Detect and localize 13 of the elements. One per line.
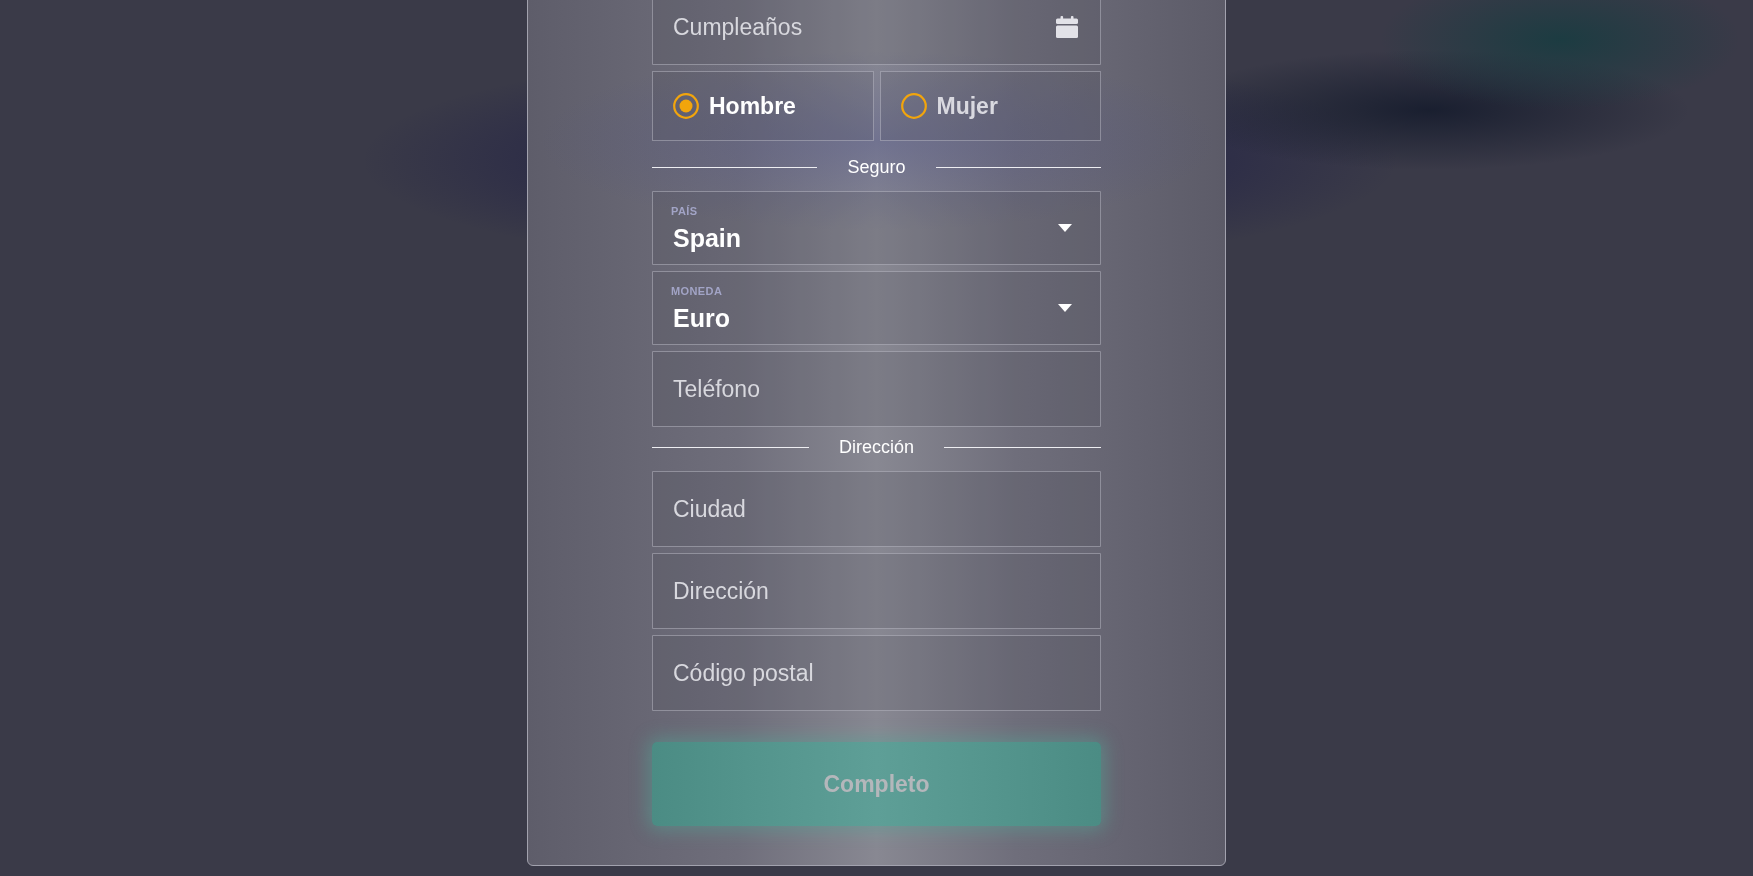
gender-option[interactable]: Hombre [652, 71, 874, 141]
gender-option[interactable]: Mujer [879, 71, 1101, 141]
caret-icon [1058, 224, 1072, 232]
input-field[interactable]: Código postal [652, 635, 1101, 711]
select-field[interactable]: MONEDA Euro [652, 271, 1101, 345]
section-title: Dirección [839, 436, 914, 458]
calendar-icon [1056, 16, 1078, 38]
section-title: Seguro [847, 156, 906, 178]
input-field[interactable]: Ciudad [652, 471, 1101, 547]
caret-icon [1058, 304, 1072, 312]
input-field[interactable]: Dirección [652, 553, 1101, 629]
input-field[interactable]: Teléfono [652, 351, 1101, 427]
select-field[interactable]: PAÍS Spain [652, 191, 1101, 265]
